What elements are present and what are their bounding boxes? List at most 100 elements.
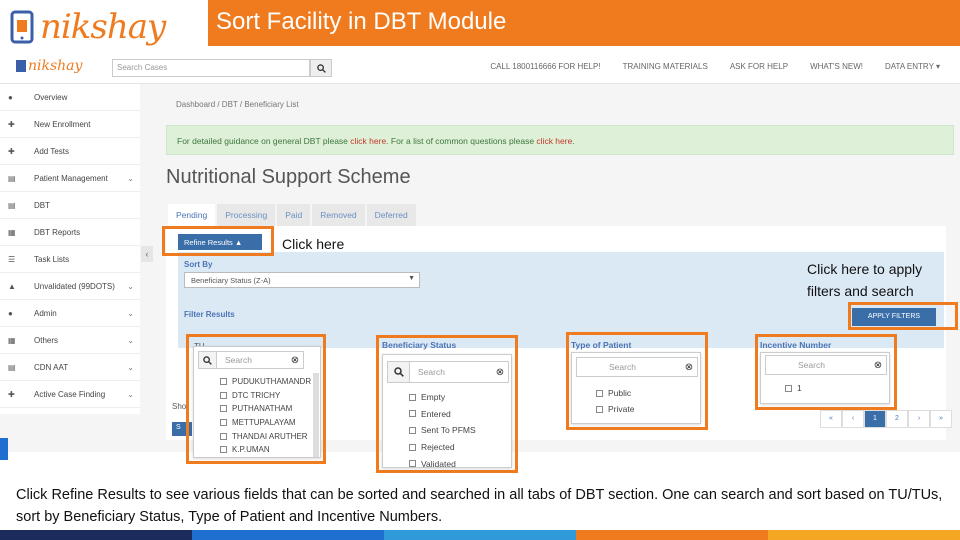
tab-paid[interactable]: Paid xyxy=(277,204,311,226)
status-search-placeholder: Search xyxy=(418,367,445,377)
chevron-down-icon: ⌄ xyxy=(127,308,134,318)
list-item[interactable]: METTUPALAYAM xyxy=(220,416,311,430)
search-button[interactable] xyxy=(310,59,332,77)
faq-link[interactable]: click here xyxy=(536,136,572,146)
tu-search-input[interactable]: Search ⊗ xyxy=(198,351,304,369)
caret-down-icon: ▼ xyxy=(408,275,415,282)
tab-removed[interactable]: Removed xyxy=(312,204,365,226)
option-label: DTC TRICHY xyxy=(232,390,281,400)
sidebar-item-overview[interactable]: ● Overview xyxy=(0,84,140,111)
phone-logo-icon xyxy=(8,8,38,46)
sort-by-select[interactable]: Beneficiary Status (Z-A) ▼ xyxy=(184,272,420,288)
checkbox[interactable] xyxy=(785,384,792,392)
alert-text: . For a list of common questions please xyxy=(386,136,537,146)
checkbox[interactable] xyxy=(220,419,227,427)
sidebar-item-patient-management[interactable]: ▤ Patient Management ⌄ xyxy=(0,165,140,192)
page-last[interactable]: » xyxy=(930,410,952,428)
sidebar-item-label: Task Lists xyxy=(34,254,70,264)
page-first[interactable]: « xyxy=(820,410,842,428)
search-cases-input[interactable]: Search Cases xyxy=(112,59,310,77)
breadcrumb[interactable]: Dashboard / DBT / Beneficiary List xyxy=(176,100,299,109)
left-accent-bar xyxy=(0,438,8,460)
checkbox[interactable] xyxy=(220,405,227,413)
checkbox[interactable] xyxy=(596,405,603,413)
sidebar-item-dbt[interactable]: ▤ DBT xyxy=(0,192,140,219)
clear-icon[interactable]: ⊗ xyxy=(492,367,508,378)
page-prev[interactable]: ‹ xyxy=(842,410,864,428)
app-logo[interactable]: nikshay xyxy=(16,58,82,74)
tab-deferred[interactable]: Deferred xyxy=(366,204,416,226)
page-next[interactable]: › xyxy=(908,410,930,428)
filter-results-label: Filter Results xyxy=(184,310,235,319)
sidebar-item-task-lists[interactable]: ☰ Task Lists xyxy=(0,246,140,273)
sidebar-item-label: DBT Reports xyxy=(34,227,81,237)
sidebar-item-new-enrollment[interactable]: ✚ New Enrollment xyxy=(0,111,140,138)
tu-scrollbar[interactable] xyxy=(313,373,319,457)
checkbox[interactable] xyxy=(409,460,416,468)
checkbox[interactable] xyxy=(409,410,416,418)
page-2[interactable]: 2 xyxy=(886,410,908,428)
guidance-link[interactable]: click here xyxy=(350,136,386,146)
checkbox[interactable] xyxy=(409,443,416,451)
clear-icon[interactable]: ⊗ xyxy=(870,360,886,371)
list-item[interactable]: Rejected xyxy=(409,439,476,456)
list-item[interactable]: Public xyxy=(596,385,634,401)
nav-link-whats-new[interactable]: WHAT'S NEW! xyxy=(810,62,863,71)
list-item[interactable]: K.P.UMAN xyxy=(220,443,311,457)
search-icon xyxy=(199,352,217,368)
sidebar-item-dbt-reports[interactable]: ▦ DBT Reports xyxy=(0,219,140,246)
plus-icon: ✚ xyxy=(8,389,15,399)
sidebar-item-label: Admin xyxy=(34,308,57,318)
incentive-search-input[interactable]: Search ⊗ xyxy=(765,355,887,375)
checkbox[interactable] xyxy=(220,432,227,440)
list-item[interactable]: Empty xyxy=(409,389,476,406)
slide-title: Sort Facility in DBT Module xyxy=(208,0,960,46)
nav-link-training[interactable]: TRAINING MATERIALS xyxy=(623,62,708,71)
nav-link-help-call[interactable]: CALL 1800116666 FOR HELP! xyxy=(490,62,600,71)
list-item[interactable]: DTC TRICHY xyxy=(220,389,311,403)
patient-search-input[interactable]: Search ⊗ xyxy=(576,357,698,377)
list-item[interactable]: THANDAI ARUTHER xyxy=(220,429,311,443)
checkbox[interactable] xyxy=(409,426,416,434)
option-label: 1 xyxy=(797,383,802,393)
sidebar-item-cdn-aat[interactable]: ▤ CDN AAT ⌄ xyxy=(0,354,140,381)
checkbox[interactable] xyxy=(596,389,603,397)
bottom-bar-segment xyxy=(384,530,576,540)
tab-pending[interactable]: Pending xyxy=(168,204,216,226)
list-item[interactable]: Sent To PFMS xyxy=(409,422,476,439)
nav-link-ask-help[interactable]: ASK FOR HELP xyxy=(730,62,788,71)
checkbox[interactable] xyxy=(220,391,227,399)
sidebar-item-others[interactable]: ▦ Others ⌄ xyxy=(0,327,140,354)
list-item[interactable]: PUDUKUTHAMANDR xyxy=(220,375,311,389)
checkbox[interactable] xyxy=(409,393,416,401)
chevron-down-icon: ⌄ xyxy=(127,281,134,291)
sidebar-item-active-case-finding[interactable]: ✚ Active Case Finding ⌄ xyxy=(0,381,140,408)
sidebar-item-admin[interactable]: ● Admin ⌄ xyxy=(0,300,140,327)
status-option-list: Empty Entered Sent To PFMS Rejected Vali… xyxy=(409,389,476,472)
sidebar-item-unvalidated[interactable]: ▲ Unvalidated (99DOTS) ⌄ xyxy=(0,273,140,300)
chevron-down-icon: ⌄ xyxy=(127,362,134,372)
option-label: Validated xyxy=(421,458,456,469)
list-item[interactable]: Entered xyxy=(409,406,476,423)
checkbox[interactable] xyxy=(220,378,227,386)
click-here-callout: Click here xyxy=(282,236,345,252)
status-search-input[interactable]: Search ⊗ xyxy=(387,361,509,383)
sidebar-collapse-chevron-left-icon[interactable]: ‹ xyxy=(141,246,153,262)
tab-processing[interactable]: Processing xyxy=(217,204,276,226)
list-item[interactable]: Validated xyxy=(409,455,476,472)
list-item[interactable]: Private xyxy=(596,401,634,417)
tu-search-placeholder: Search xyxy=(225,355,252,365)
checkbox[interactable] xyxy=(220,446,227,454)
list-item[interactable]: 1 xyxy=(785,381,802,395)
clear-icon[interactable]: ⊗ xyxy=(681,362,697,373)
clear-icon[interactable]: ⊗ xyxy=(287,355,303,366)
report-icon: ▦ xyxy=(8,227,16,237)
nav-link-user-menu[interactable]: DATA ENTRY ▾ xyxy=(885,62,940,71)
sort-by-label: Sort By xyxy=(184,260,213,269)
list-item[interactable]: PUTHANATHAM xyxy=(220,402,311,416)
page-1[interactable]: 1 xyxy=(864,410,886,428)
option-label: Rejected xyxy=(421,442,455,453)
sidebar-item-add-tests[interactable]: ✚ Add Tests xyxy=(0,138,140,165)
nikshay-logo: nikshay xyxy=(8,4,166,50)
phone-logo-icon xyxy=(16,60,26,72)
